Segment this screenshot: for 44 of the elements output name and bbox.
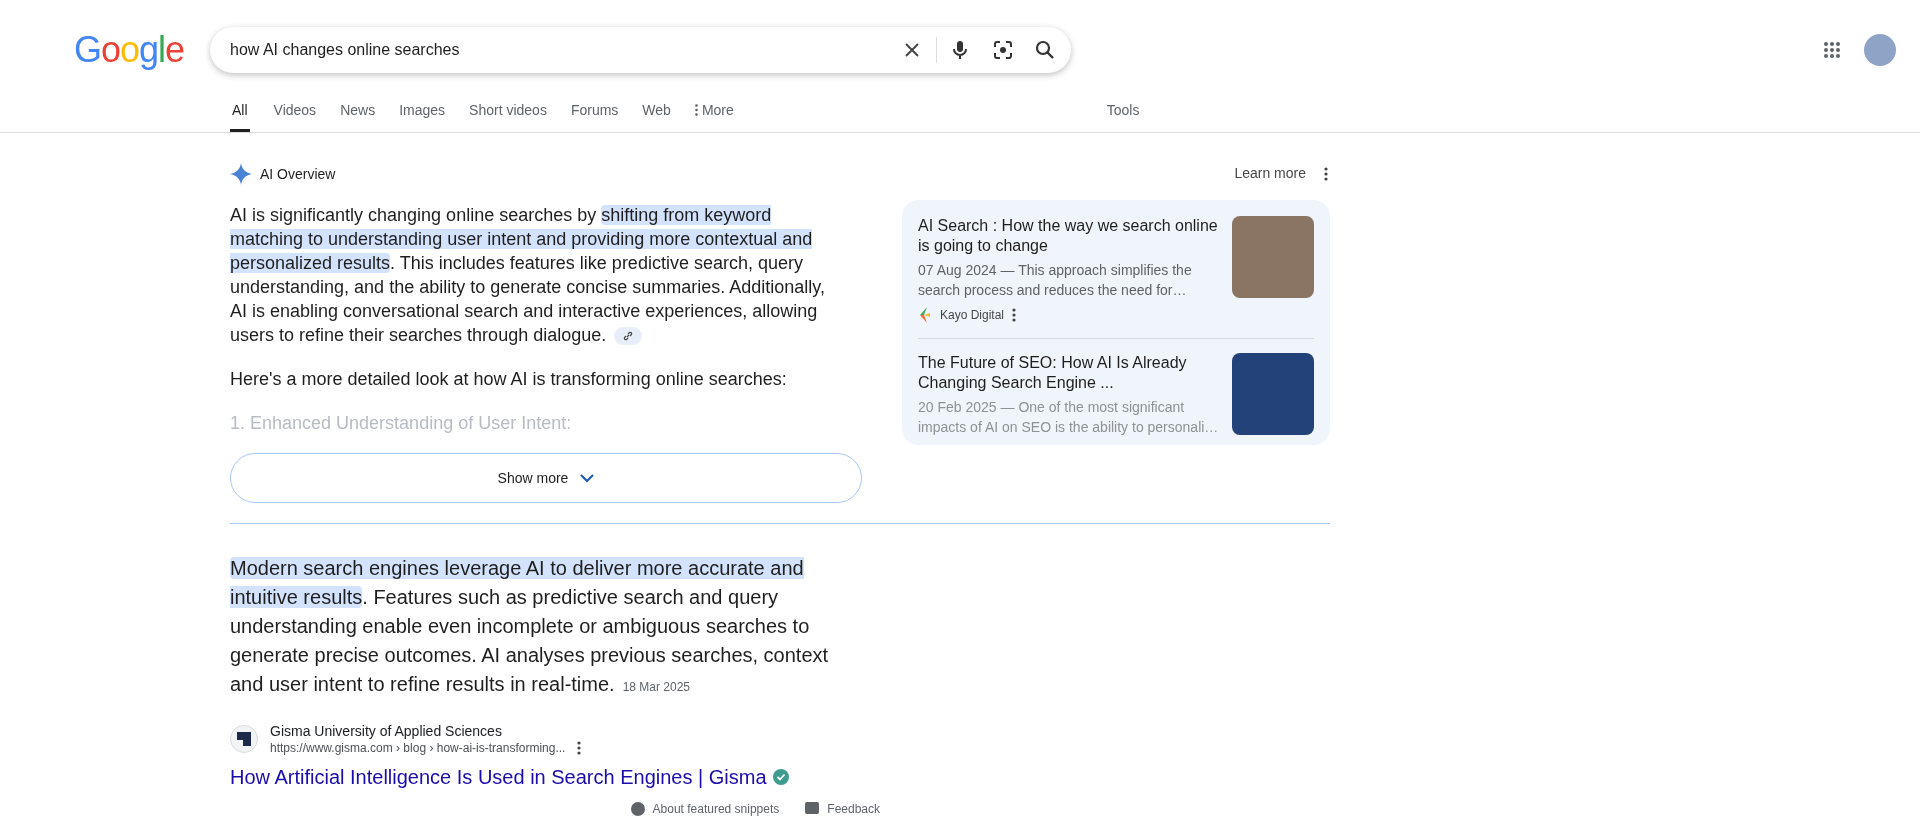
source-title[interactable]: AI Search : How the way we search online is going to change [918, 216, 1220, 256]
close-icon[interactable] [904, 42, 920, 58]
source-snippet: 07 Aug 2024 — This approach simplifies the search process and reduces the need for… [918, 261, 1193, 300]
site-url: https://www.gisma.com › blog › how-ai-is-transforming... [270, 740, 566, 756]
snippet-date: 18 Mar 2025 [622, 680, 691, 694]
tab[interactable]: Videos [273, 99, 317, 132]
sparkle-icon [230, 163, 252, 185]
search-icon[interactable] [1035, 40, 1055, 60]
source-title[interactable]: The Future of SEO: How AI Is Already Changing Search Engine ... [918, 353, 1220, 393]
show-more-button[interactable]: Show more [230, 453, 862, 503]
tools-tab[interactable]: Tools [1106, 100, 1140, 132]
learn-more-link[interactable]: Learn more [1234, 163, 1306, 184]
site-name: Kayo Digital [940, 307, 1005, 324]
featured-snippet-paragraph: Modern search engines leverage AI to deliver more accurate and intuitive results. Features such as predictive search and query understanding enable even incomplete or ambiguous searches to generate precise outcomes. AI analyses previous searches, context and user intent to refine results in real-time. 18 Mar 2025 [230, 556, 830, 697]
avatar[interactable] [1864, 34, 1896, 66]
apps-grid-icon[interactable] [1824, 42, 1840, 58]
tab[interactable]: Short videos [469, 99, 547, 132]
footer-link[interactable]: About featured snippets [652, 800, 780, 818]
microphone-icon[interactable] [953, 40, 967, 60]
camera-icon[interactable] [993, 40, 1013, 60]
tab[interactable]: News [340, 99, 376, 132]
more-options-icon[interactable] [1012, 308, 1017, 322]
more-options-icon[interactable] [577, 741, 582, 755]
tab[interactable]: Forums [570, 99, 619, 132]
source-snippet: 20 Feb 2025 — One of the most significant impacts of AI on SEO is the ability to personali… [918, 398, 1220, 437]
footer-link[interactable]: Feedback [827, 800, 880, 818]
ai-overview-intro: Here's a more detailed look at how AI is transforming online searches: [230, 368, 788, 391]
tab[interactable]: Web [642, 99, 671, 132]
tab[interactable]: Images [399, 99, 446, 132]
result-title-link[interactable]: How Artificial Intelligence Is Used in Search Engines | Gisma [230, 762, 767, 792]
site-logo-icon [237, 732, 251, 746]
chevron-down-icon [580, 473, 595, 483]
search-field[interactable]: how AI changes online searches [210, 27, 1071, 73]
ai-overview-title: AI Overview [260, 164, 336, 184]
ai-overview-paragraph: AI is significantly changing online searches by shifting from keyword matching to understanding user intent and providing more contextual and personalized results. This includes features like predictive search, query understanding, and the ability to generate concise summaries. Additionally, AI is enabling conversational search and interactive experiences, allowing users to refine their searches through dialogue. [230, 204, 827, 347]
faded-heading: 1. Enhanced Understanding of User Intent: [230, 412, 573, 435]
more-options-icon[interactable] [1324, 166, 1328, 181]
site-name: Gisma University of Applied Sciences [270, 722, 503, 740]
site-logo-icon [918, 307, 932, 323]
tab[interactable]: More [694, 99, 734, 132]
tab[interactable]: All [230, 99, 250, 132]
google-logo[interactable]: Google [74, 23, 210, 77]
link-icon[interactable] [623, 331, 634, 342]
vertical-dots-icon [694, 104, 698, 116]
